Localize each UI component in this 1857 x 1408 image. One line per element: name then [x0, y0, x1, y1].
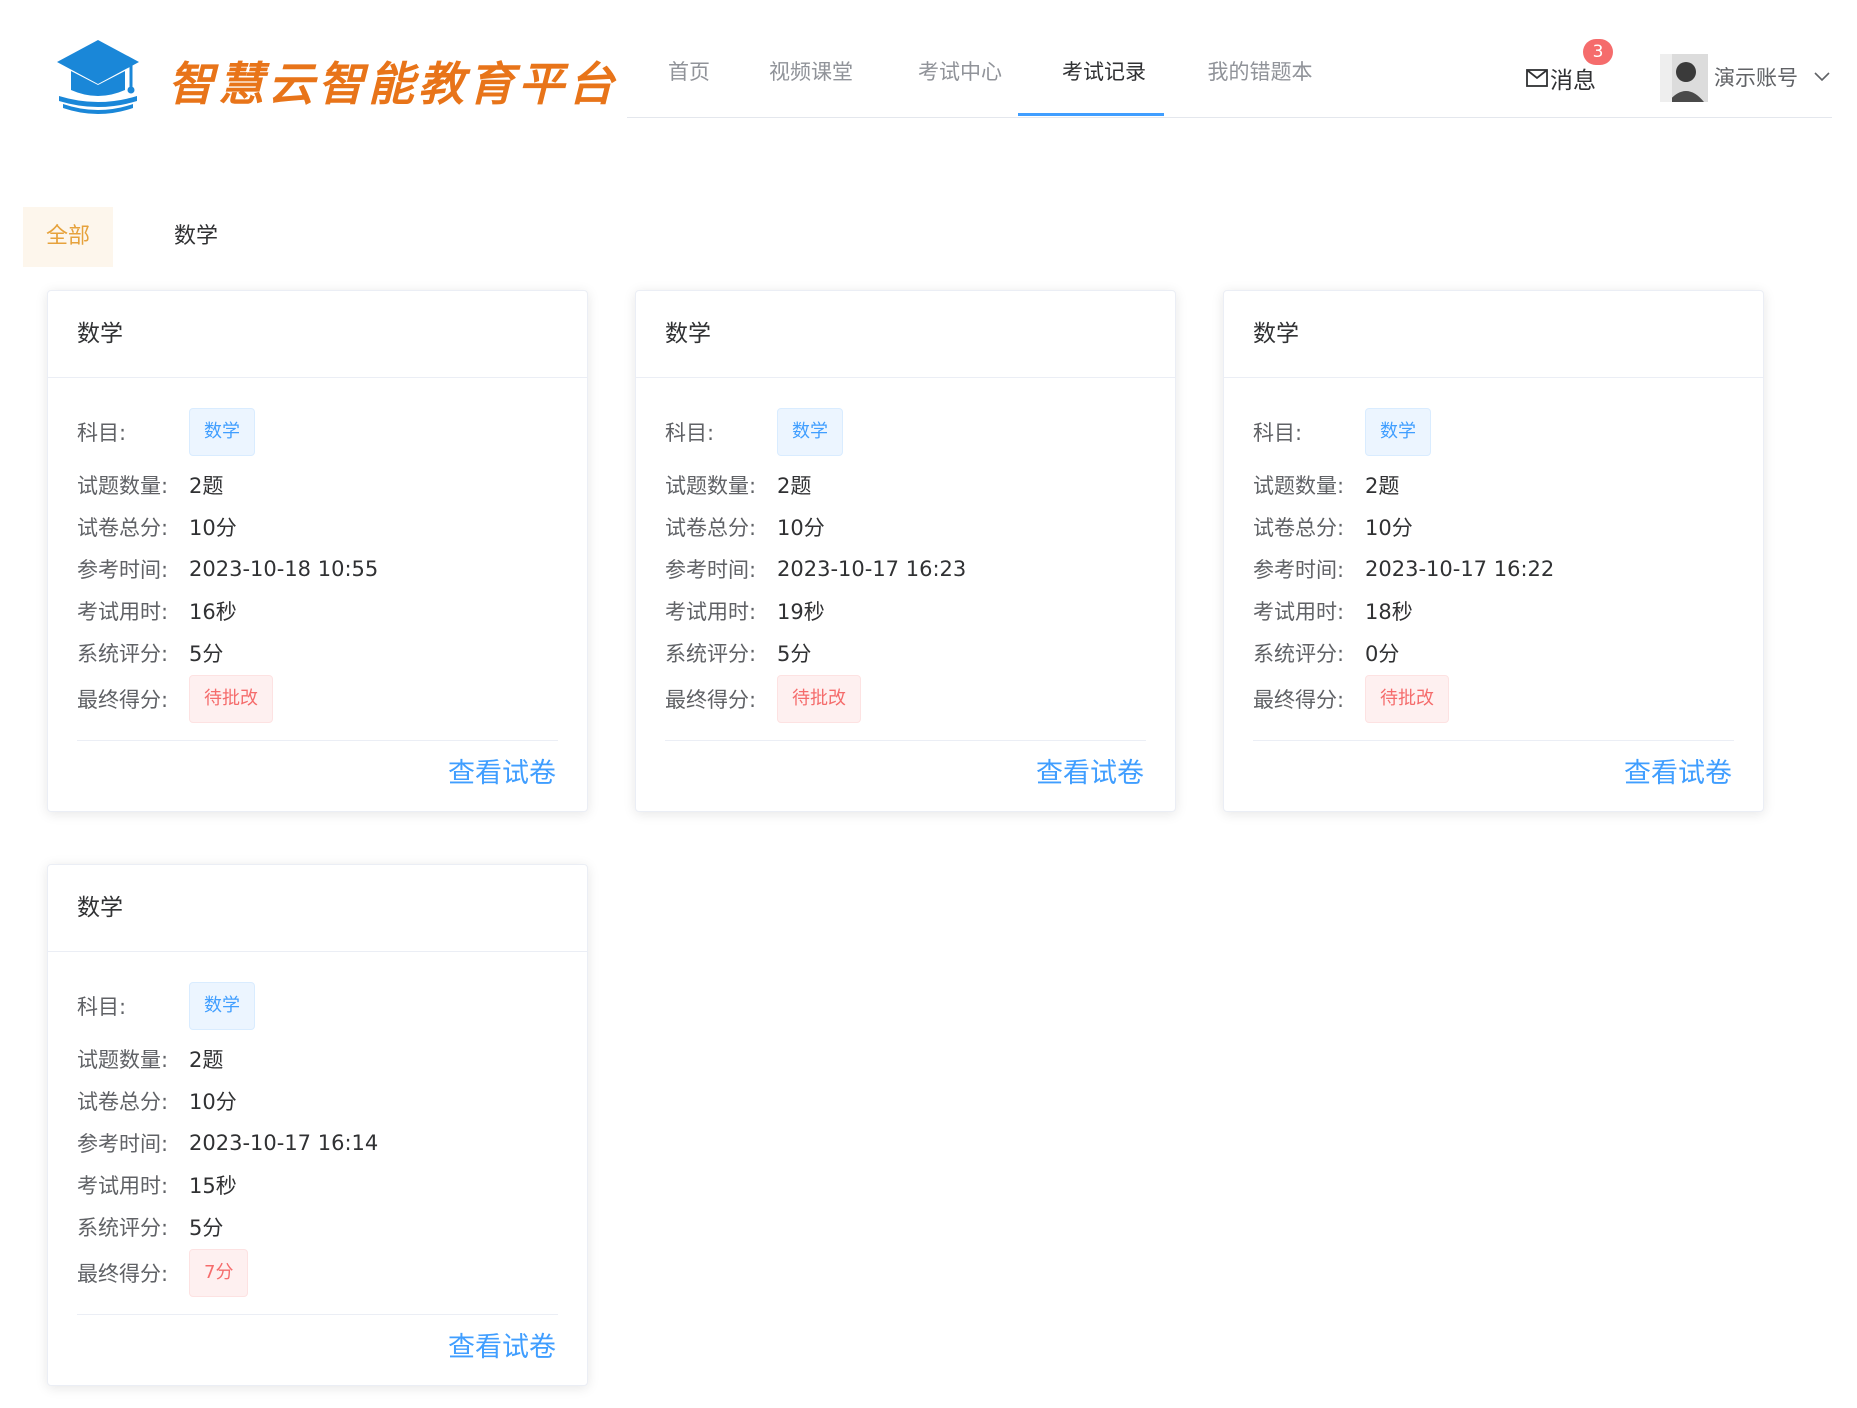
exam-time-value: 2023-10-17 16:22	[1365, 557, 1555, 581]
question-count-label: 试题数量:	[77, 1048, 169, 1072]
exam-record-card: 数学 科目: 数学 试题数量: 2题 试卷总分: 10分 参考时间: 2023-10-1…	[47, 290, 588, 812]
subject-label: 科目:	[77, 421, 127, 445]
system-score-value: 5分	[777, 642, 812, 666]
exam-record-card: 数学 科目: 数学 试题数量: 2题 试卷总分: 10分 参考时间: 2023-10-1…	[1223, 290, 1764, 812]
messages-button[interactable]: 消息	[1526, 58, 1596, 98]
brand-title: 智慧云智能教育平台	[168, 57, 618, 111]
view-paper-button[interactable]: 查看试卷	[1624, 751, 1732, 790]
final-score-tag: 待批改	[189, 675, 273, 723]
card-divider	[77, 1314, 558, 1315]
filter-math[interactable]: 数学	[148, 207, 244, 267]
system-score-label: 系统评分:	[1253, 642, 1345, 666]
graduation-cap-logo-icon	[57, 40, 139, 114]
card-title: 数学	[48, 865, 587, 952]
nav-exam-records[interactable]: 考试记录	[1051, 40, 1157, 118]
duration-label: 考试用时:	[1253, 600, 1345, 624]
subject-label: 科目:	[665, 421, 715, 445]
user-avatar-icon	[1660, 54, 1708, 102]
nav-wrong-questions[interactable]: 我的错题本	[1195, 40, 1325, 118]
total-score-label: 试卷总分:	[77, 516, 169, 540]
total-score-label: 试卷总分:	[665, 516, 757, 540]
system-score-label: 系统评分:	[665, 642, 757, 666]
subject-tag: 数学	[189, 408, 255, 456]
card-title: 数学	[48, 291, 587, 378]
exam-time-label: 参考时间:	[77, 558, 169, 582]
card-title: 数学	[1224, 291, 1763, 378]
total-score-value: 10分	[189, 516, 237, 540]
chevron-down-icon	[1814, 72, 1830, 82]
total-score-value: 10分	[777, 516, 825, 540]
exam-time-value: 2023-10-17 16:23	[777, 557, 967, 581]
exam-time-value: 2023-10-18 10:55	[189, 557, 379, 581]
user-menu[interactable]: 演示账号	[1714, 62, 1830, 92]
final-score-label: 最终得分:	[77, 688, 169, 712]
subject-tag: 数学	[189, 982, 255, 1030]
total-score-label: 试卷总分:	[77, 1090, 169, 1114]
nav-active-indicator	[1018, 113, 1164, 116]
question-count-label: 试题数量:	[77, 474, 169, 498]
duration-value: 15秒	[189, 1174, 237, 1198]
exam-time-label: 参考时间:	[77, 1132, 169, 1156]
system-score-label: 系统评分:	[77, 642, 169, 666]
filter-all[interactable]: 全部	[23, 207, 113, 267]
final-score-tag: 待批改	[1365, 675, 1449, 723]
duration-value: 18秒	[1365, 600, 1413, 624]
final-score-tag: 待批改	[777, 675, 861, 723]
question-count-value: 2题	[1365, 474, 1400, 498]
final-score-tag: 7分	[189, 1249, 249, 1297]
view-paper-button[interactable]: 查看试卷	[1036, 751, 1144, 790]
view-paper-button[interactable]: 查看试卷	[448, 1325, 556, 1364]
total-score-label: 试卷总分:	[1253, 516, 1345, 540]
subject-tag: 数学	[777, 408, 843, 456]
card-divider	[1253, 740, 1734, 741]
messages-label: 消息	[1550, 68, 1596, 94]
question-count-label: 试题数量:	[1253, 474, 1345, 498]
question-count-label: 试题数量:	[665, 474, 757, 498]
final-score-label: 最终得分:	[665, 688, 757, 712]
question-count-value: 2题	[189, 1048, 224, 1072]
question-count-value: 2题	[777, 474, 812, 498]
nav-home[interactable]: 首页	[659, 40, 719, 118]
card-divider	[77, 740, 558, 741]
final-score-label: 最终得分:	[77, 1262, 169, 1286]
card-divider	[665, 740, 1146, 741]
duration-label: 考试用时:	[77, 600, 169, 624]
messages-badge: 3	[1583, 39, 1613, 65]
avatar[interactable]	[1660, 54, 1708, 102]
subject-tag: 数学	[1365, 408, 1431, 456]
total-score-value: 10分	[1365, 516, 1413, 540]
duration-value: 16秒	[189, 600, 237, 624]
subject-label: 科目:	[77, 995, 127, 1019]
username: 演示账号	[1714, 66, 1798, 90]
subject-label: 科目:	[1253, 421, 1303, 445]
exam-record-card: 数学 科目: 数学 试题数量: 2题 试卷总分: 10分 参考时间: 2023-10-1…	[47, 864, 588, 1386]
duration-label: 考试用时:	[665, 600, 757, 624]
exam-time-label: 参考时间:	[665, 558, 757, 582]
system-score-value: 5分	[189, 1216, 224, 1240]
duration-value: 19秒	[777, 600, 825, 624]
exam-time-label: 参考时间:	[1253, 558, 1345, 582]
exam-record-card: 数学 科目: 数学 试题数量: 2题 试卷总分: 10分 参考时间: 2023-10-1…	[635, 290, 1176, 812]
final-score-label: 最终得分:	[1253, 688, 1345, 712]
nav-exam-center[interactable]: 考试中心	[907, 40, 1013, 118]
header: 智慧云智能教育平台 首页 视频课堂 考试中心 考试记录 我的错题本 消息 3 演…	[0, 0, 1857, 140]
system-score-label: 系统评分:	[77, 1216, 169, 1240]
nav-video-class[interactable]: 视频课堂	[758, 40, 864, 118]
exam-time-value: 2023-10-17 16:14	[189, 1131, 379, 1155]
system-score-value: 5分	[189, 642, 224, 666]
system-score-value: 0分	[1365, 642, 1400, 666]
main-nav: 首页 视频课堂 考试中心 考试记录 我的错题本	[627, 40, 1832, 118]
mail-icon	[1526, 69, 1548, 87]
card-title: 数学	[636, 291, 1175, 378]
question-count-value: 2题	[189, 474, 224, 498]
view-paper-button[interactable]: 查看试卷	[448, 751, 556, 790]
total-score-value: 10分	[189, 1090, 237, 1114]
duration-label: 考试用时:	[77, 1174, 169, 1198]
